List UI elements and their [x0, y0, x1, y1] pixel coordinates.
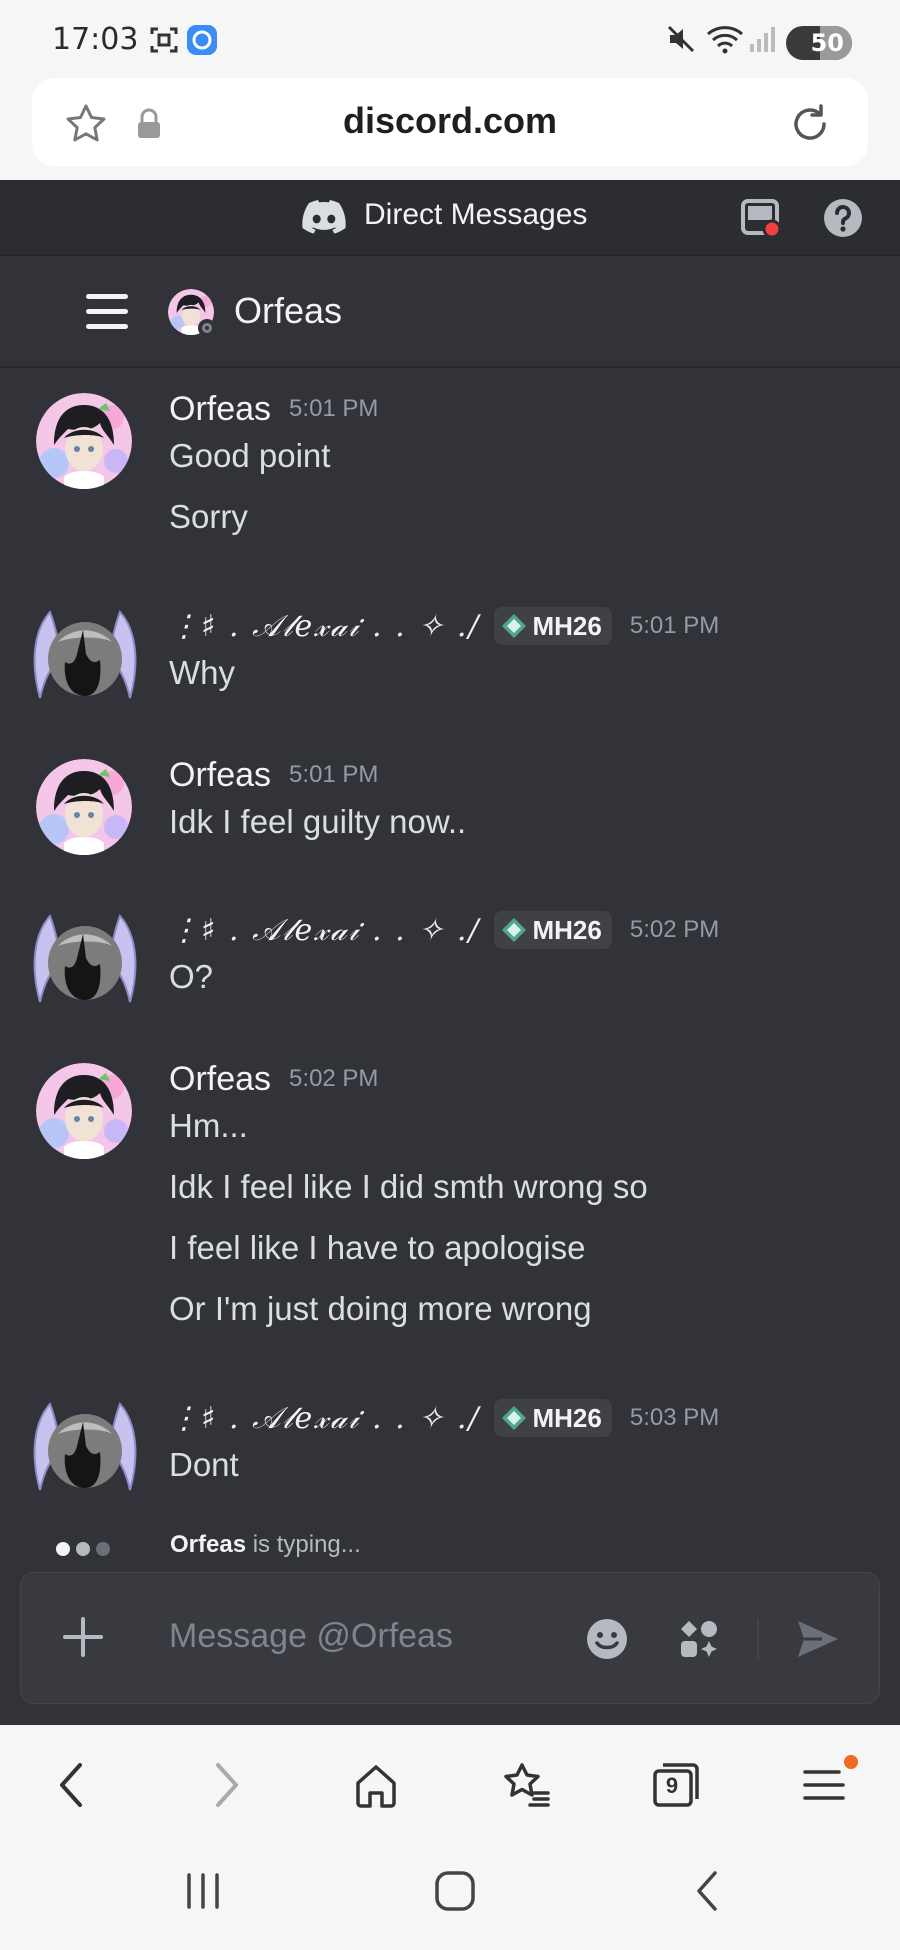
- author-name[interactable]: Orfeas: [169, 756, 271, 795]
- typing-indicator: Orfeas is typing...: [0, 1525, 900, 1565]
- recent-apps-icon: [187, 1873, 219, 1909]
- tabs-count: 9: [665, 1773, 679, 1798]
- avatar[interactable]: [36, 393, 132, 489]
- message-header: ⋮♯ . 𝒜𝓁𝑒𝓍𝒶𝒾 . . ✧ ./ MH26 5:03 PM: [169, 1394, 719, 1442]
- back-button[interactable]: [42, 1755, 102, 1815]
- forward-icon: [216, 1763, 238, 1807]
- discord-app: Direct Messages Orfeas Orfeas 5:01 PM Go…: [0, 180, 900, 1725]
- tag-diamond-icon: [502, 1406, 527, 1430]
- timestamp: 5:01 PM: [289, 395, 379, 422]
- hamburger-icon[interactable]: [84, 292, 130, 332]
- mute-icon: [667, 25, 695, 53]
- page-title: Direct Messages: [364, 198, 588, 231]
- timestamp: 5:01 PM: [629, 612, 720, 639]
- message-header: Orfeas 5:01 PM: [169, 751, 378, 799]
- url-bar[interactable]: discord.com: [32, 78, 868, 166]
- author-name[interactable]: Orfeas: [169, 390, 271, 429]
- message-text: Idk I feel like I did smth wrong so: [169, 1168, 648, 1205]
- server-tag-label: MH26: [532, 1402, 602, 1433]
- system-home-icon: [435, 1871, 475, 1911]
- typing-suffix: is typing...: [246, 1531, 361, 1558]
- avatar[interactable]: [36, 759, 132, 855]
- author-name[interactable]: ⋮♯ . 𝒜𝓁𝑒𝓍𝒶𝒾 . . ✧ ./: [169, 913, 480, 948]
- message-text: Idk I feel guilty now..: [169, 803, 467, 840]
- message-text: Hm...: [169, 1107, 248, 1144]
- plus-icon[interactable]: [61, 1615, 105, 1659]
- back-icon: [60, 1763, 82, 1807]
- timestamp: 5:03 PM: [629, 1404, 720, 1431]
- browser-toolbar: 9: [0, 1725, 900, 1835]
- message-text: I feel like I have to apologise: [169, 1229, 586, 1266]
- timestamp: 5:02 PM: [289, 1065, 379, 1092]
- avatar[interactable]: [36, 1063, 132, 1159]
- message-text: Sorry: [169, 498, 248, 535]
- typing-user: Orfeas: [170, 1531, 247, 1558]
- composer-separator: [757, 1619, 759, 1659]
- help-icon[interactable]: [822, 197, 864, 239]
- bookmarks-icon: [504, 1763, 550, 1807]
- message-text: Dont: [169, 1446, 239, 1483]
- server-tag-label: MH26: [532, 914, 602, 945]
- wifi-icon: [707, 26, 743, 54]
- channel-header: Orfeas: [0, 256, 900, 368]
- tabs-button[interactable]: 9: [646, 1755, 706, 1815]
- message-input[interactable]: [169, 1617, 569, 1656]
- message-text: Why: [169, 654, 235, 691]
- reload-icon[interactable]: [788, 102, 832, 146]
- tag-diamond-icon: [502, 918, 527, 942]
- menu-notification-dot: [844, 1755, 858, 1769]
- status-bar: 17:03 50: [0, 0, 900, 78]
- channel-name: Orfeas: [234, 290, 343, 331]
- timestamp: 5:01 PM: [289, 761, 379, 788]
- tag-diamond-icon: [502, 614, 527, 638]
- avatar[interactable]: [28, 602, 142, 716]
- forward-button[interactable]: [196, 1755, 256, 1815]
- server-tag[interactable]: MH26: [494, 911, 612, 949]
- author-name[interactable]: ⋮♯ . 𝒜𝓁𝑒𝓍𝒶𝒾 . . ✧ ./: [169, 1401, 480, 1436]
- bookmarks-button[interactable]: [496, 1755, 556, 1815]
- send-icon[interactable]: [795, 1617, 841, 1661]
- inbox-icon[interactable]: [740, 197, 782, 239]
- home-button[interactable]: [346, 1755, 406, 1815]
- system-back-icon: [697, 1871, 717, 1911]
- message-composer: [20, 1572, 880, 1704]
- message-header: Orfeas 5:02 PM: [169, 1055, 378, 1103]
- author-name[interactable]: ⋮♯ . 𝒜𝓁𝑒𝓍𝒶𝒾 . . ✧ ./: [169, 609, 480, 644]
- apps-icon[interactable]: [677, 1617, 721, 1661]
- menu-icon: [803, 1770, 845, 1800]
- timestamp: 5:02 PM: [629, 916, 720, 943]
- message-text: Good point: [169, 437, 331, 474]
- signal-icon: [750, 27, 775, 52]
- status-offline-dot: [198, 319, 216, 337]
- system-back-button[interactable]: [672, 1861, 742, 1921]
- system-navigation-bar: [0, 1835, 900, 1950]
- status-time: 17:03: [52, 22, 139, 57]
- emoji-icon[interactable]: [585, 1617, 629, 1661]
- message-header: Orfeas 5:01 PM: [169, 385, 378, 433]
- message-header: ⋮♯ . 𝒜𝓁𝑒𝓍𝒶𝒾 . . ✧ ./ MH26 5:02 PM: [169, 906, 719, 954]
- author-name[interactable]: Orfeas: [169, 1060, 271, 1099]
- home-icon: [356, 1765, 396, 1808]
- message-text: Or I'm just doing more wrong: [169, 1290, 592, 1327]
- app-notification-icon: [187, 25, 217, 55]
- battery-indicator: 50: [786, 26, 852, 60]
- discord-logo-icon: [302, 200, 346, 234]
- battery-level: 50: [810, 29, 844, 57]
- server-tag[interactable]: MH26: [494, 1399, 612, 1437]
- message-header: ⋮♯ . 𝒜𝓁𝑒𝓍𝒶𝒾 . . ✧ ./ MH26 5:01 PM: [169, 602, 719, 650]
- typing-dots: [56, 1541, 116, 1560]
- avatar[interactable]: [28, 1394, 142, 1508]
- top-header: Direct Messages: [0, 180, 900, 256]
- message-text: O?: [169, 958, 214, 995]
- server-tag-label: MH26: [532, 610, 602, 641]
- avatar[interactable]: [28, 906, 142, 1020]
- screenshot-icon: [150, 27, 178, 53]
- menu-button[interactable]: [794, 1755, 858, 1815]
- url-text[interactable]: discord.com: [32, 100, 868, 142]
- typing-text: Orfeas is typing...: [170, 1531, 361, 1559]
- system-home-button[interactable]: [420, 1861, 490, 1921]
- recent-apps-button[interactable]: [168, 1861, 238, 1921]
- server-tag[interactable]: MH26: [494, 607, 612, 645]
